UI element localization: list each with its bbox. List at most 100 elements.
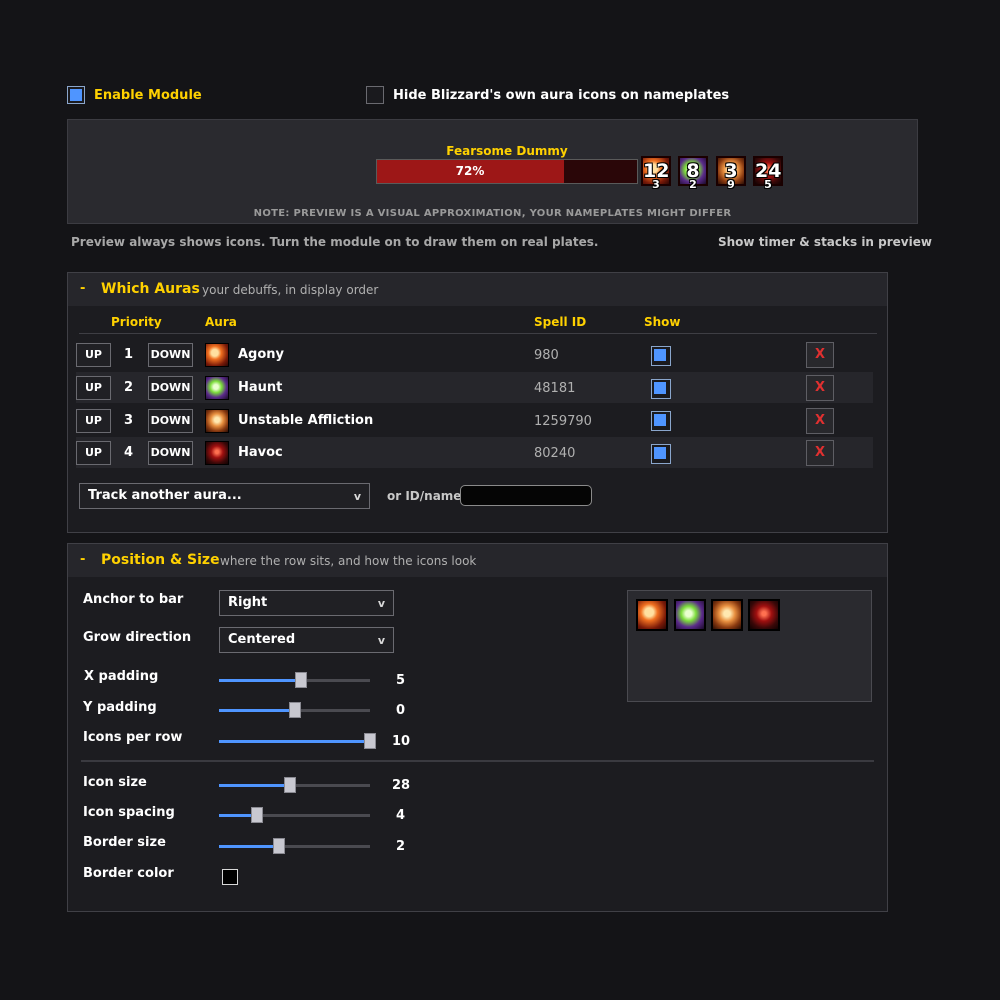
chevron-down-icon: v (377, 597, 385, 610)
slider-fill (219, 679, 301, 682)
preview-unit-name: Fearsome Dummy (446, 144, 568, 158)
table-row (76, 405, 873, 436)
aura-id-input[interactable] (460, 485, 592, 506)
preview-hint: Preview always shows icons. Turn the mod… (71, 235, 599, 249)
icons-per-row-value: 10 (392, 734, 411, 749)
unstable-affliction-icon (711, 599, 743, 631)
icon-size-label: Icon size (83, 775, 147, 790)
preview-health-text: 72% (455, 164, 485, 178)
slider-thumb[interactable] (294, 672, 307, 688)
aura-name: Havoc (238, 445, 283, 460)
section-divider (81, 760, 874, 762)
remove-aura-button[interactable]: X (806, 375, 834, 401)
move-down-button[interactable]: DOWN (148, 343, 193, 367)
x-padding-slider[interactable] (219, 672, 370, 688)
aura-stacks: 3 (652, 178, 660, 191)
agony-icon (636, 599, 668, 631)
slider-thumb[interactable] (250, 807, 263, 823)
priority-value: 1 (124, 347, 134, 362)
col-spell-id: Spell ID (534, 315, 587, 329)
anchor-dropdown[interactable]: Right v (219, 590, 394, 616)
slider-fill (219, 709, 295, 712)
y-padding-label: Y padding (83, 700, 157, 715)
move-up-button[interactable]: UP (76, 376, 111, 400)
table-row (76, 339, 873, 370)
aura-stacks: 2 (689, 178, 697, 191)
slider-thumb[interactable] (283, 777, 296, 793)
move-down-button[interactable]: DOWN (148, 376, 193, 400)
remove-aura-button[interactable]: X (806, 440, 834, 466)
aura-name: Agony (238, 347, 285, 362)
haunt-icon: 8 2 (678, 156, 708, 191)
show-aura-checkbox[interactable] (651, 411, 671, 431)
y-padding-value: 0 (396, 703, 406, 718)
track-aura-dropdown[interactable]: Track another aura... v (79, 483, 370, 509)
move-down-button[interactable]: DOWN (148, 441, 193, 465)
show-aura-checkbox[interactable] (651, 444, 671, 464)
position-size-title: Position & Size (101, 552, 220, 568)
which-auras-title: Which Auras (101, 281, 200, 297)
icons-per-row-label: Icons per row (83, 730, 183, 745)
table-row (76, 437, 873, 468)
move-up-button[interactable]: UP (76, 441, 111, 465)
hide-blizzard-auras-checkbox[interactable] (366, 86, 384, 104)
show-aura-checkbox[interactable] (651, 346, 671, 366)
border-size-slider[interactable] (219, 838, 370, 854)
move-down-button[interactable]: DOWN (148, 409, 193, 433)
chevron-down-icon: v (377, 634, 385, 647)
border-size-label: Border size (83, 835, 166, 850)
remove-aura-button[interactable]: X (806, 408, 834, 434)
grow-direction-dropdown[interactable]: Centered v (219, 627, 394, 653)
slider-thumb[interactable] (288, 702, 301, 718)
table-divider (79, 333, 877, 334)
remove-aura-button[interactable]: X (806, 342, 834, 368)
enable-module-label: Enable Module (94, 88, 202, 103)
icon-spacing-slider[interactable] (219, 807, 370, 823)
border-color-swatch[interactable] (222, 869, 238, 885)
priority-value: 3 (124, 413, 134, 428)
aura-stacks: 5 (764, 178, 772, 191)
collapse-toggle[interactable]: - (80, 281, 85, 296)
slider-fill (219, 740, 370, 743)
unstable-affliction-icon: 3 9 (716, 156, 746, 191)
anchor-value: Right (228, 595, 268, 610)
which-auras-subtitle: your debuffs, in display order (202, 283, 379, 297)
aura-stacks: 9 (727, 178, 735, 191)
havoc-icon (205, 441, 229, 465)
border-color-label: Border color (83, 866, 174, 881)
haunt-icon (674, 599, 706, 631)
icon-size-slider[interactable] (219, 777, 370, 793)
icons-per-row-slider[interactable] (219, 733, 376, 749)
move-up-button[interactable]: UP (76, 409, 111, 433)
slider-thumb[interactable] (273, 838, 286, 854)
slider-fill (219, 845, 280, 848)
icon-spacing-label: Icon spacing (83, 805, 175, 820)
slider-fill (219, 784, 290, 787)
chevron-down-icon: v (353, 490, 361, 503)
grow-direction-value: Centered (228, 632, 296, 647)
haunt-icon (205, 376, 229, 400)
collapse-toggle[interactable]: - (80, 552, 85, 567)
spell-id: 980 (534, 348, 559, 363)
enable-module-checkbox[interactable] (67, 86, 85, 104)
aura-name: Haunt (238, 380, 283, 395)
move-up-button[interactable]: UP (76, 343, 111, 367)
which-auras-header[interactable]: - Which Auras your debuffs, in display o… (68, 273, 887, 306)
show-timer-stacks-toggle[interactable]: Show timer & stacks in preview (718, 235, 932, 249)
anchor-label: Anchor to bar (83, 592, 184, 607)
priority-value: 2 (124, 380, 134, 395)
slider-thumb[interactable] (364, 733, 376, 749)
track-aura-dropdown-label: Track another aura... (88, 488, 242, 503)
spell-id: 1259790 (534, 414, 592, 429)
position-size-header[interactable]: - Position & Size where the row sits, an… (68, 544, 887, 577)
spell-id: 48181 (534, 381, 576, 396)
id-name-label: or ID/name: (387, 489, 467, 503)
agony-icon: 12 3 (641, 156, 671, 191)
agony-icon (205, 343, 229, 367)
border-size-value: 2 (396, 839, 406, 854)
y-padding-slider[interactable] (219, 702, 370, 718)
show-aura-checkbox[interactable] (651, 379, 671, 399)
unstable-affliction-icon (205, 409, 229, 433)
col-aura: Aura (205, 315, 237, 329)
havoc-icon (748, 599, 780, 631)
